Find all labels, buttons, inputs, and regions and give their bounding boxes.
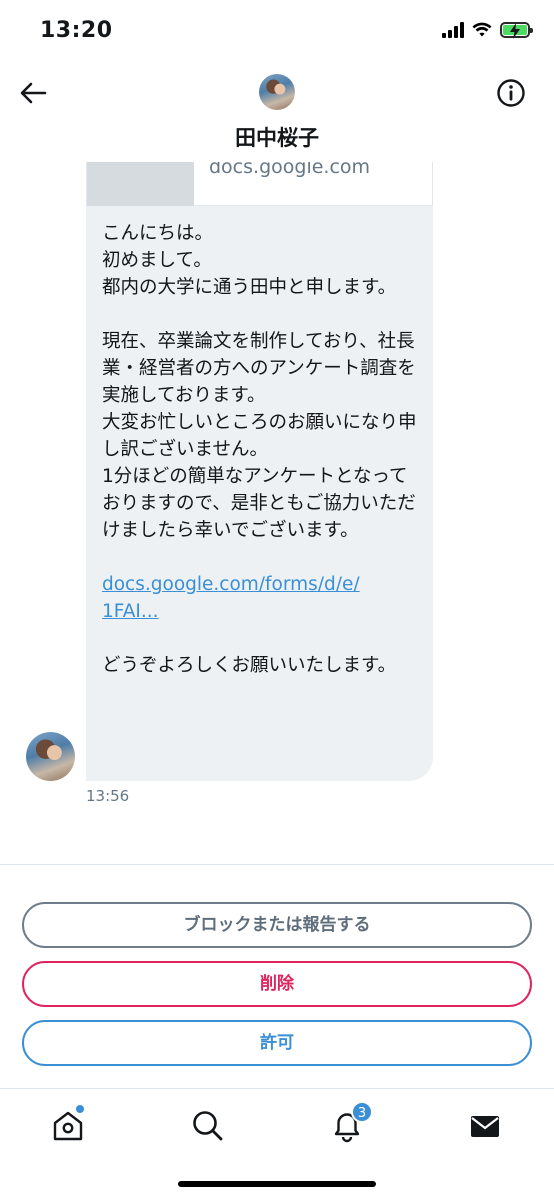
message-text-closing: どうぞよろしくお願いいたします。 bbox=[102, 655, 397, 676]
link-preview-domain: docs.google.com bbox=[209, 162, 371, 178]
link-preview-thumbnail bbox=[87, 162, 194, 206]
status-icons bbox=[442, 22, 533, 39]
search-icon bbox=[193, 1111, 223, 1141]
back-button[interactable] bbox=[18, 78, 48, 108]
contact-avatar[interactable] bbox=[259, 74, 295, 110]
message-thread[interactable]: docs.google.com こんにちは。 初めまして。 都内の大学に通う田中… bbox=[0, 162, 554, 862]
divider bbox=[0, 864, 554, 865]
message-text: こんにちは。 初めまして。 都内の大学に通う田中と申します。 現在、卒業論文を制… bbox=[102, 223, 417, 541]
message-link[interactable]: docs.google.com/forms/d/e/ 1FAI... bbox=[102, 571, 419, 625]
message-bubble[interactable]: こんにちは。 初めまして。 都内の大学に通う田中と申します。 現在、卒業論文を制… bbox=[86, 206, 433, 781]
wifi-icon bbox=[472, 22, 492, 37]
notification-count-badge: 3 bbox=[351, 1101, 373, 1123]
cellular-signal-icon bbox=[442, 22, 464, 38]
sender-avatar[interactable] bbox=[26, 732, 75, 781]
tab-home[interactable] bbox=[50, 1105, 90, 1145]
message-timestamp: 13:56 bbox=[86, 787, 130, 805]
info-button[interactable] bbox=[496, 78, 526, 108]
contact-name[interactable]: 田中桜子 bbox=[0, 122, 554, 152]
allow-button[interactable]: 許可 bbox=[22, 1020, 532, 1066]
tab-notifications[interactable]: 3 bbox=[328, 1101, 373, 1145]
delete-button[interactable]: 削除 bbox=[22, 961, 532, 1007]
tab-search[interactable] bbox=[189, 1105, 229, 1145]
status-bar: 13:20 bbox=[0, 0, 554, 66]
home-unread-dot bbox=[76, 1105, 84, 1113]
arrow-left-icon bbox=[20, 82, 47, 104]
tab-messages[interactable] bbox=[466, 1105, 506, 1145]
info-circle-icon bbox=[497, 79, 525, 107]
home-icon bbox=[53, 1111, 83, 1141]
home-indicator bbox=[178, 1181, 376, 1187]
block-or-report-button[interactable]: ブロックまたは報告する bbox=[22, 902, 532, 948]
conversation-header: 田中桜子 bbox=[0, 66, 554, 162]
status-time: 13:20 bbox=[40, 18, 113, 43]
mail-icon bbox=[471, 1116, 499, 1137]
link-preview-card[interactable]: docs.google.com bbox=[86, 162, 433, 206]
battery-icon bbox=[500, 22, 533, 39]
